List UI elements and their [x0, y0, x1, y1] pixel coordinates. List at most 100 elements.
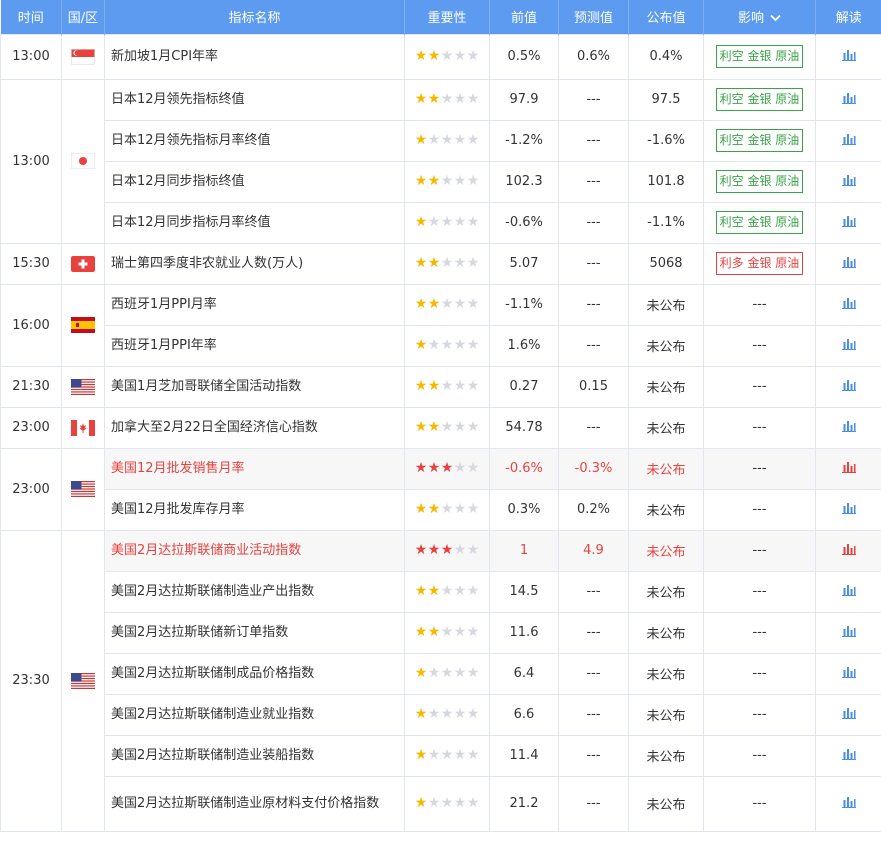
indicator-name[interactable]: 美国2月达拉斯联储新订单指数	[104, 611, 405, 654]
impact-cell: ---	[703, 775, 816, 832]
actual-value: 未公布	[628, 283, 704, 326]
indicator-name[interactable]: 日本12月同步指标终值	[104, 160, 405, 203]
bar-chart-icon[interactable]	[841, 215, 856, 231]
table-row: 13:00 新加坡1月CPI年率 ★★★★★ 0.5% 0.6% 0.4% 利空 金银 原油	[0, 33, 881, 80]
indicator-name[interactable]: 美国2月达拉斯联储制造业原材料支付价格指数	[104, 775, 405, 832]
table-row: 美国2月达拉斯联储制造业装船指数 ★★★★★ 11.4 --- 未公布 ---	[1, 734, 881, 777]
star-icon: ★	[427, 337, 441, 353]
bar-chart-icon[interactable]	[841, 379, 856, 395]
interpret-cell[interactable]	[815, 652, 881, 695]
indicator-name[interactable]: 美国2月达拉斯联储制成品价格指数	[104, 652, 405, 695]
star-icon: ★	[453, 214, 467, 230]
table-row: 美国12月批发库存月率 ★★★★★ 0.3% 0.2% 未公布 ---	[1, 488, 881, 531]
time-cell: 13:00	[0, 78, 62, 244]
interpret-cell[interactable]	[815, 324, 881, 367]
interpret-cell[interactable]	[815, 734, 881, 777]
table-row: 美国2月达拉斯联储新订单指数 ★★★★★ 11.6 --- 未公布 ---	[1, 611, 881, 654]
indicator-name[interactable]: 美国12月批发库存月率	[104, 488, 405, 531]
bar-chart-icon[interactable]	[841, 543, 856, 559]
star-icon: ★	[453, 665, 467, 681]
indicator-name[interactable]: 美国2月达拉斯联储制造业就业指数	[104, 693, 405, 736]
table-row: 美国2月达拉斯联储制成品价格指数 ★★★★★ 6.4 --- 未公布 ---	[1, 652, 881, 695]
indicator-name[interactable]: 加拿大至2月22日全国经济信心指数	[104, 406, 405, 449]
interpret-cell[interactable]	[815, 33, 881, 80]
bar-chart-icon[interactable]	[841, 625, 856, 641]
importance-stars: ★★★★★	[415, 92, 480, 106]
indicator-name[interactable]: 瑞士第四季度非农就业人数(万人)	[104, 242, 405, 285]
star-icon: ★	[453, 542, 467, 558]
impact-cell: 利空 金银 原油	[703, 78, 816, 121]
header-impact-dropdown[interactable]: 影响	[703, 0, 816, 34]
indicator-name[interactable]: 美国2月达拉斯联储制造业装船指数	[104, 734, 405, 777]
forecast-value: ---	[558, 201, 629, 244]
bar-chart-icon[interactable]	[841, 584, 856, 600]
interpret-cell[interactable]	[815, 529, 881, 572]
bar-chart-icon[interactable]	[841, 748, 856, 764]
bar-chart-icon[interactable]	[841, 49, 856, 65]
table-row: 日本12月领先指标月率终值 ★★★★★ -1.2% --- -1.6% 利空 金银 原油	[1, 119, 881, 162]
country-cell	[61, 529, 105, 832]
interpret-cell[interactable]	[815, 283, 881, 326]
star-icon: ★	[440, 460, 454, 476]
importance-stars: ★★★★★	[415, 707, 480, 721]
actual-value: 未公布	[628, 775, 704, 832]
star-icon: ★	[427, 255, 441, 271]
bar-chart-icon[interactable]	[841, 796, 856, 812]
indicator-name[interactable]: 日本12月领先指标终值	[104, 78, 405, 121]
bar-chart-icon[interactable]	[841, 256, 856, 272]
forecast-value: 0.2%	[558, 488, 629, 531]
interpret-cell[interactable]	[815, 242, 881, 285]
indicator-name[interactable]: 日本12月同步指标月率终值	[104, 201, 405, 244]
bar-chart-icon[interactable]	[841, 666, 856, 682]
indicator-name[interactable]: 西班牙1月PPI月率	[104, 283, 405, 326]
indicator-name[interactable]: 日本12月领先指标月率终值	[104, 119, 405, 162]
star-icon: ★	[414, 337, 428, 353]
bar-chart-icon[interactable]	[841, 92, 856, 108]
interpret-cell[interactable]	[815, 447, 881, 490]
interpret-cell[interactable]	[815, 119, 881, 162]
indicator-name[interactable]: 美国2月达拉斯联储制造业产出指数	[104, 570, 405, 613]
interpret-cell[interactable]	[815, 693, 881, 736]
star-icon: ★	[427, 583, 441, 599]
interpret-cell[interactable]	[815, 201, 881, 244]
star-icon: ★	[414, 583, 428, 599]
star-icon: ★	[427, 706, 441, 722]
bar-chart-icon[interactable]	[841, 297, 856, 313]
bar-chart-icon[interactable]	[841, 461, 856, 477]
interpret-cell[interactable]	[815, 365, 881, 408]
previous-value: 54.78	[489, 406, 559, 449]
indicator-name[interactable]: 美国2月达拉斯联储商业活动指数	[104, 529, 405, 572]
indicator-name[interactable]: 新加坡1月CPI年率	[104, 33, 405, 80]
indicator-name[interactable]: 美国1月芝加哥联储全国活动指数	[104, 365, 405, 408]
country-cell	[61, 447, 105, 531]
interpret-cell[interactable]	[815, 488, 881, 531]
interpret-cell[interactable]	[815, 611, 881, 654]
bar-chart-icon[interactable]	[841, 707, 856, 723]
importance-cell: ★★★★★	[404, 447, 490, 490]
importance-stars: ★★★★★	[415, 543, 480, 557]
star-icon: ★	[466, 706, 480, 722]
usa-flag	[71, 481, 95, 497]
table-row: 日本12月同步指标终值 ★★★★★ 102.3 --- 101.8 利空 金银 原油	[1, 160, 881, 203]
interpret-cell[interactable]	[815, 570, 881, 613]
table-row: 西班牙1月PPI年率 ★★★★★ 1.6% --- 未公布 ---	[1, 324, 881, 367]
interpret-cell[interactable]	[815, 160, 881, 203]
interpret-cell[interactable]	[815, 775, 881, 832]
bar-chart-icon[interactable]	[841, 133, 856, 149]
impact-cell: ---	[703, 693, 816, 736]
bar-chart-icon[interactable]	[841, 502, 856, 518]
previous-value: -0.6%	[489, 447, 559, 490]
star-icon: ★	[453, 132, 467, 148]
interpret-cell[interactable]	[815, 78, 881, 121]
header-impact-label: 影响	[737, 11, 764, 27]
bar-chart-icon[interactable]	[841, 174, 856, 190]
indicator-name[interactable]: 西班牙1月PPI年率	[104, 324, 405, 367]
indicator-name[interactable]: 美国12月批发销售月率	[104, 447, 405, 490]
table-row: 美国2月达拉斯联储制造业就业指数 ★★★★★ 6.6 --- 未公布 ---	[1, 693, 881, 736]
country-cell	[61, 33, 105, 80]
bar-chart-icon[interactable]	[841, 338, 856, 354]
interpret-cell[interactable]	[815, 406, 881, 449]
bar-chart-icon[interactable]	[841, 420, 856, 436]
forecast-value: ---	[558, 406, 629, 449]
previous-value: 11.6	[489, 611, 559, 654]
